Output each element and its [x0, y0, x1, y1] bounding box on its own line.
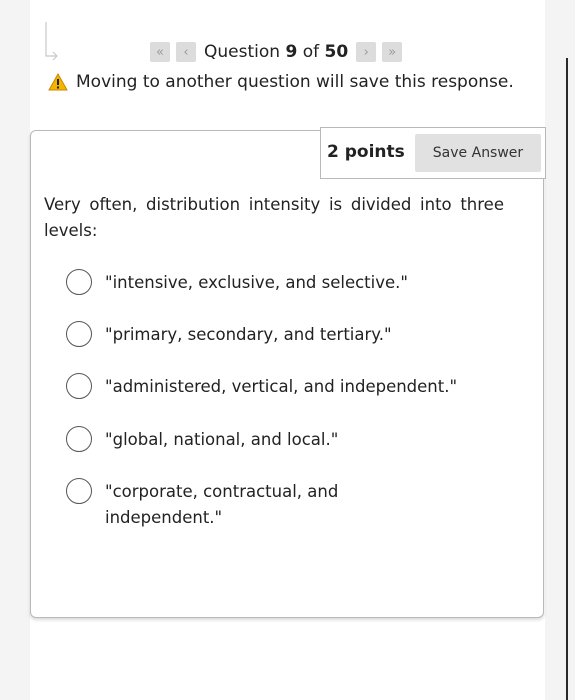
previous-question-icon[interactable]: ‹	[176, 42, 196, 62]
option-label[interactable]: "administered, vertical, and independent…	[105, 374, 485, 400]
radio-button[interactable]	[66, 426, 92, 452]
next-question-icon[interactable]: ›	[356, 42, 377, 62]
last-question-icon[interactable]: »	[382, 42, 403, 62]
question-counter: Question 9 of 50	[204, 42, 349, 62]
page-edge-line	[566, 58, 568, 700]
option-label[interactable]: "corporate, contractual, and independent…	[105, 479, 365, 531]
first-question-icon[interactable]: «	[150, 42, 170, 62]
question-prompt: Very often, distribution intensity is di…	[44, 195, 504, 240]
answer-option[interactable]: "intensive, exclusive, and selective."	[66, 269, 485, 296]
option-label[interactable]: "primary, secondary, and tertiary."	[105, 322, 485, 348]
save-answer-button[interactable]: Save Answer	[415, 134, 541, 172]
radio-button[interactable]	[66, 373, 92, 399]
warning-text: Moving to another question will save thi…	[76, 72, 514, 92]
answer-option[interactable]: "corporate, contractual, and independent…	[66, 478, 365, 531]
points-header: 2 points Save Answer	[320, 127, 546, 179]
option-label[interactable]: "intensive, exclusive, and selective."	[105, 270, 485, 296]
question-navigation: « ‹ Question 9 of 50 › »	[150, 40, 403, 64]
save-warning: Moving to another question will save thi…	[48, 72, 514, 92]
corner-arrow-icon	[45, 22, 58, 61]
total-questions: 50	[324, 42, 349, 62]
radio-button[interactable]	[66, 478, 92, 504]
current-question-number: 9	[285, 42, 298, 62]
warning-triangle-icon	[48, 73, 68, 91]
answer-option[interactable]: "primary, secondary, and tertiary."	[66, 321, 485, 348]
option-label[interactable]: "global, national, and local."	[105, 427, 485, 453]
answer-option[interactable]: "administered, vertical, and independent…	[66, 373, 485, 400]
points-label: 2 points	[327, 142, 405, 162]
radio-button[interactable]	[66, 269, 92, 295]
answer-option[interactable]: "global, national, and local."	[66, 426, 485, 453]
radio-button[interactable]	[66, 321, 92, 347]
